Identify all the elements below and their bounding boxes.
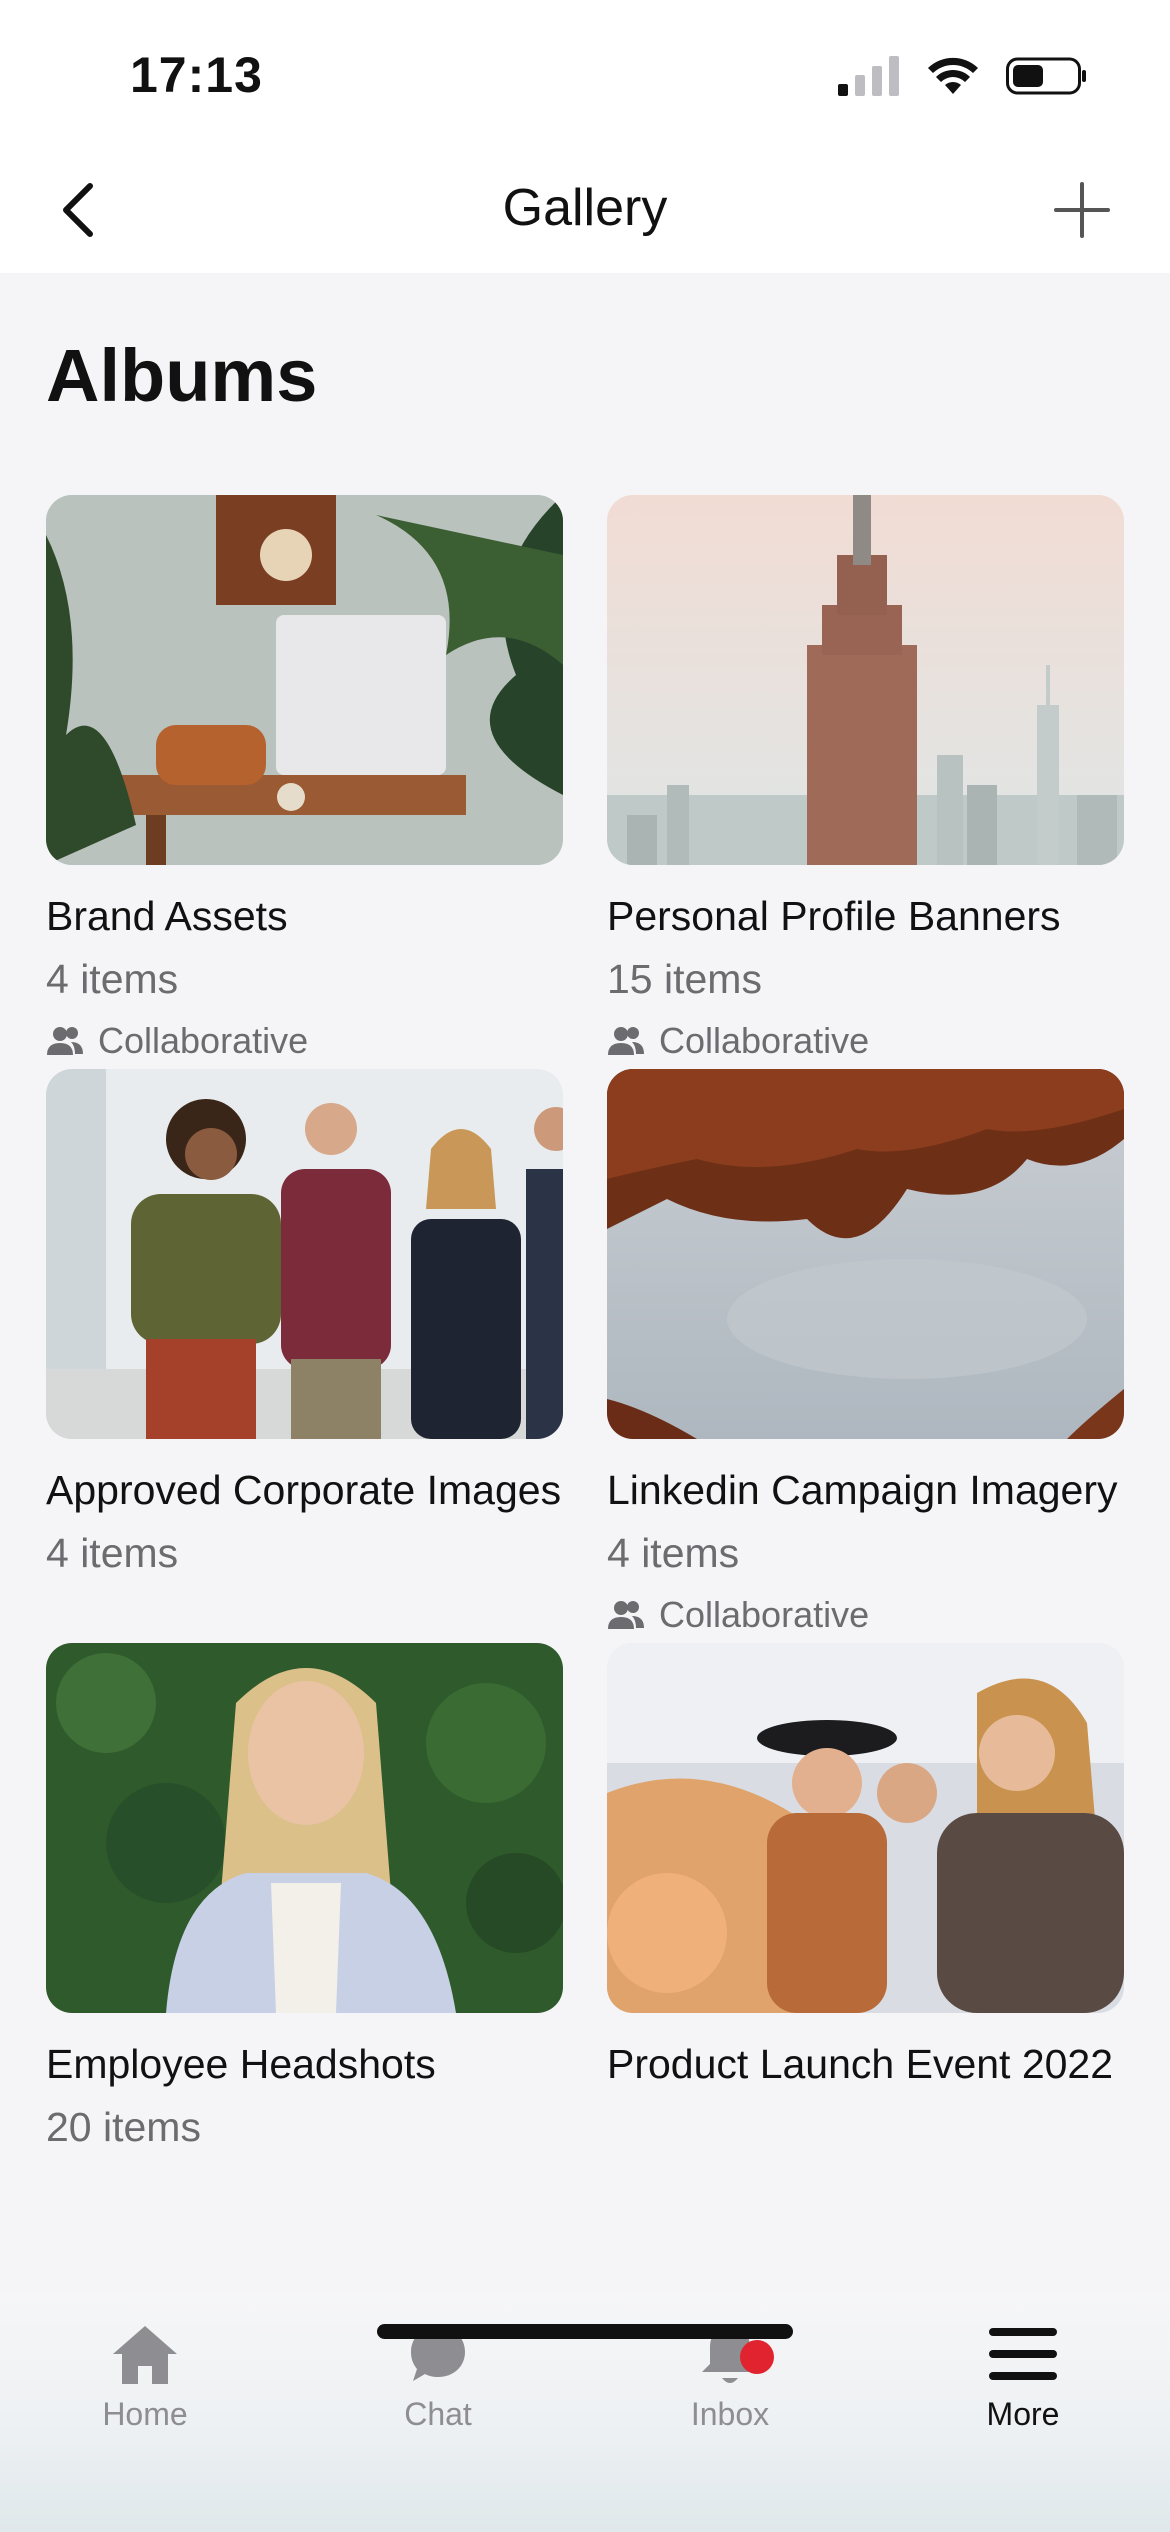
tab-home[interactable]: Home xyxy=(55,2318,235,2433)
office-desk-photo xyxy=(46,495,563,865)
city-skyline-photo xyxy=(607,495,1124,865)
home-icon xyxy=(113,2326,177,2384)
tab-more[interactable]: More xyxy=(933,2318,1113,2433)
page-title: Gallery xyxy=(502,179,668,237)
wifi-icon xyxy=(928,57,978,94)
album-thumbnail[interactable] xyxy=(607,495,1124,865)
status-bar: 17:13 xyxy=(0,0,1170,150)
people-icon xyxy=(608,1027,644,1055)
album-card[interactable]: Approved Corporate Images 4 items xyxy=(46,1069,563,1643)
album-card[interactable]: Brand Assets 4 items Collaborative xyxy=(46,495,563,1069)
album-title: Approved Corporate Images xyxy=(46,1467,562,1513)
album-grid: Brand Assets 4 items Collaborative Perso… xyxy=(46,495,1124,2159)
album-count: 15 items xyxy=(607,956,762,1002)
album-count: 4 items xyxy=(607,1530,740,1576)
battery-icon xyxy=(1006,57,1086,95)
album-title: Brand Assets xyxy=(46,893,288,939)
home-indicator xyxy=(377,2324,793,2339)
collaborative-label: Collaborative xyxy=(659,1020,870,1061)
collaborative-label: Collaborative xyxy=(659,1594,870,1635)
people-icon xyxy=(608,1601,644,1629)
notification-badge xyxy=(740,2340,774,2374)
status-time: 17:13 xyxy=(130,47,263,103)
album-card[interactable]: Product Launch Event 2022 xyxy=(607,1643,1124,2159)
headshot-photo xyxy=(46,1643,563,2013)
friends-event-photo xyxy=(607,1643,1124,2013)
albums-content[interactable]: Albums Brand Assets 4 items Collaborativ… xyxy=(0,273,1170,2293)
status-icons xyxy=(838,55,1088,97)
album-title: Product Launch Event 2022 xyxy=(607,2041,1114,2087)
add-icon[interactable] xyxy=(1052,180,1112,240)
nav-bar: Gallery xyxy=(0,150,1170,273)
album-count: 4 items xyxy=(46,956,179,1002)
album-thumbnail[interactable] xyxy=(607,1069,1124,1439)
album-title: Linkedin Campaign Imagery xyxy=(607,1467,1118,1513)
album-title: Employee Headshots xyxy=(46,2041,436,2087)
album-card[interactable]: Linkedin Campaign Imagery 4 items Collab… xyxy=(607,1069,1124,1643)
canyon-sky-photo xyxy=(607,1069,1124,1439)
tab-label: Inbox xyxy=(690,2396,770,2432)
album-thumbnail[interactable] xyxy=(46,1069,563,1439)
album-card[interactable]: Personal Profile Banners 15 items Collab… xyxy=(607,495,1124,1069)
people-icon xyxy=(47,1027,83,1055)
album-thumbnail[interactable] xyxy=(46,1643,563,2013)
tab-label: Home xyxy=(102,2396,188,2432)
section-title: Albums xyxy=(46,334,318,417)
tab-label: Chat xyxy=(404,2396,472,2432)
coworkers-photo xyxy=(46,1069,563,1439)
signal-icon xyxy=(838,56,899,96)
collaborative-tag: Collaborative xyxy=(607,1587,1124,1643)
album-thumbnail[interactable] xyxy=(46,495,563,865)
tab-label: More xyxy=(986,2396,1060,2432)
menu-icon xyxy=(989,2328,1057,2380)
collaborative-tag: Collaborative xyxy=(46,1013,563,1069)
album-title: Personal Profile Banners xyxy=(607,893,1061,939)
album-count: 4 items xyxy=(46,1530,179,1576)
collaborative-label: Collaborative xyxy=(98,1020,309,1061)
album-thumbnail[interactable] xyxy=(607,1643,1124,2013)
album-card[interactable]: Employee Headshots 20 items xyxy=(46,1643,563,2159)
collaborative-tag: Collaborative xyxy=(607,1013,1124,1069)
album-count: 20 items xyxy=(46,2104,201,2150)
